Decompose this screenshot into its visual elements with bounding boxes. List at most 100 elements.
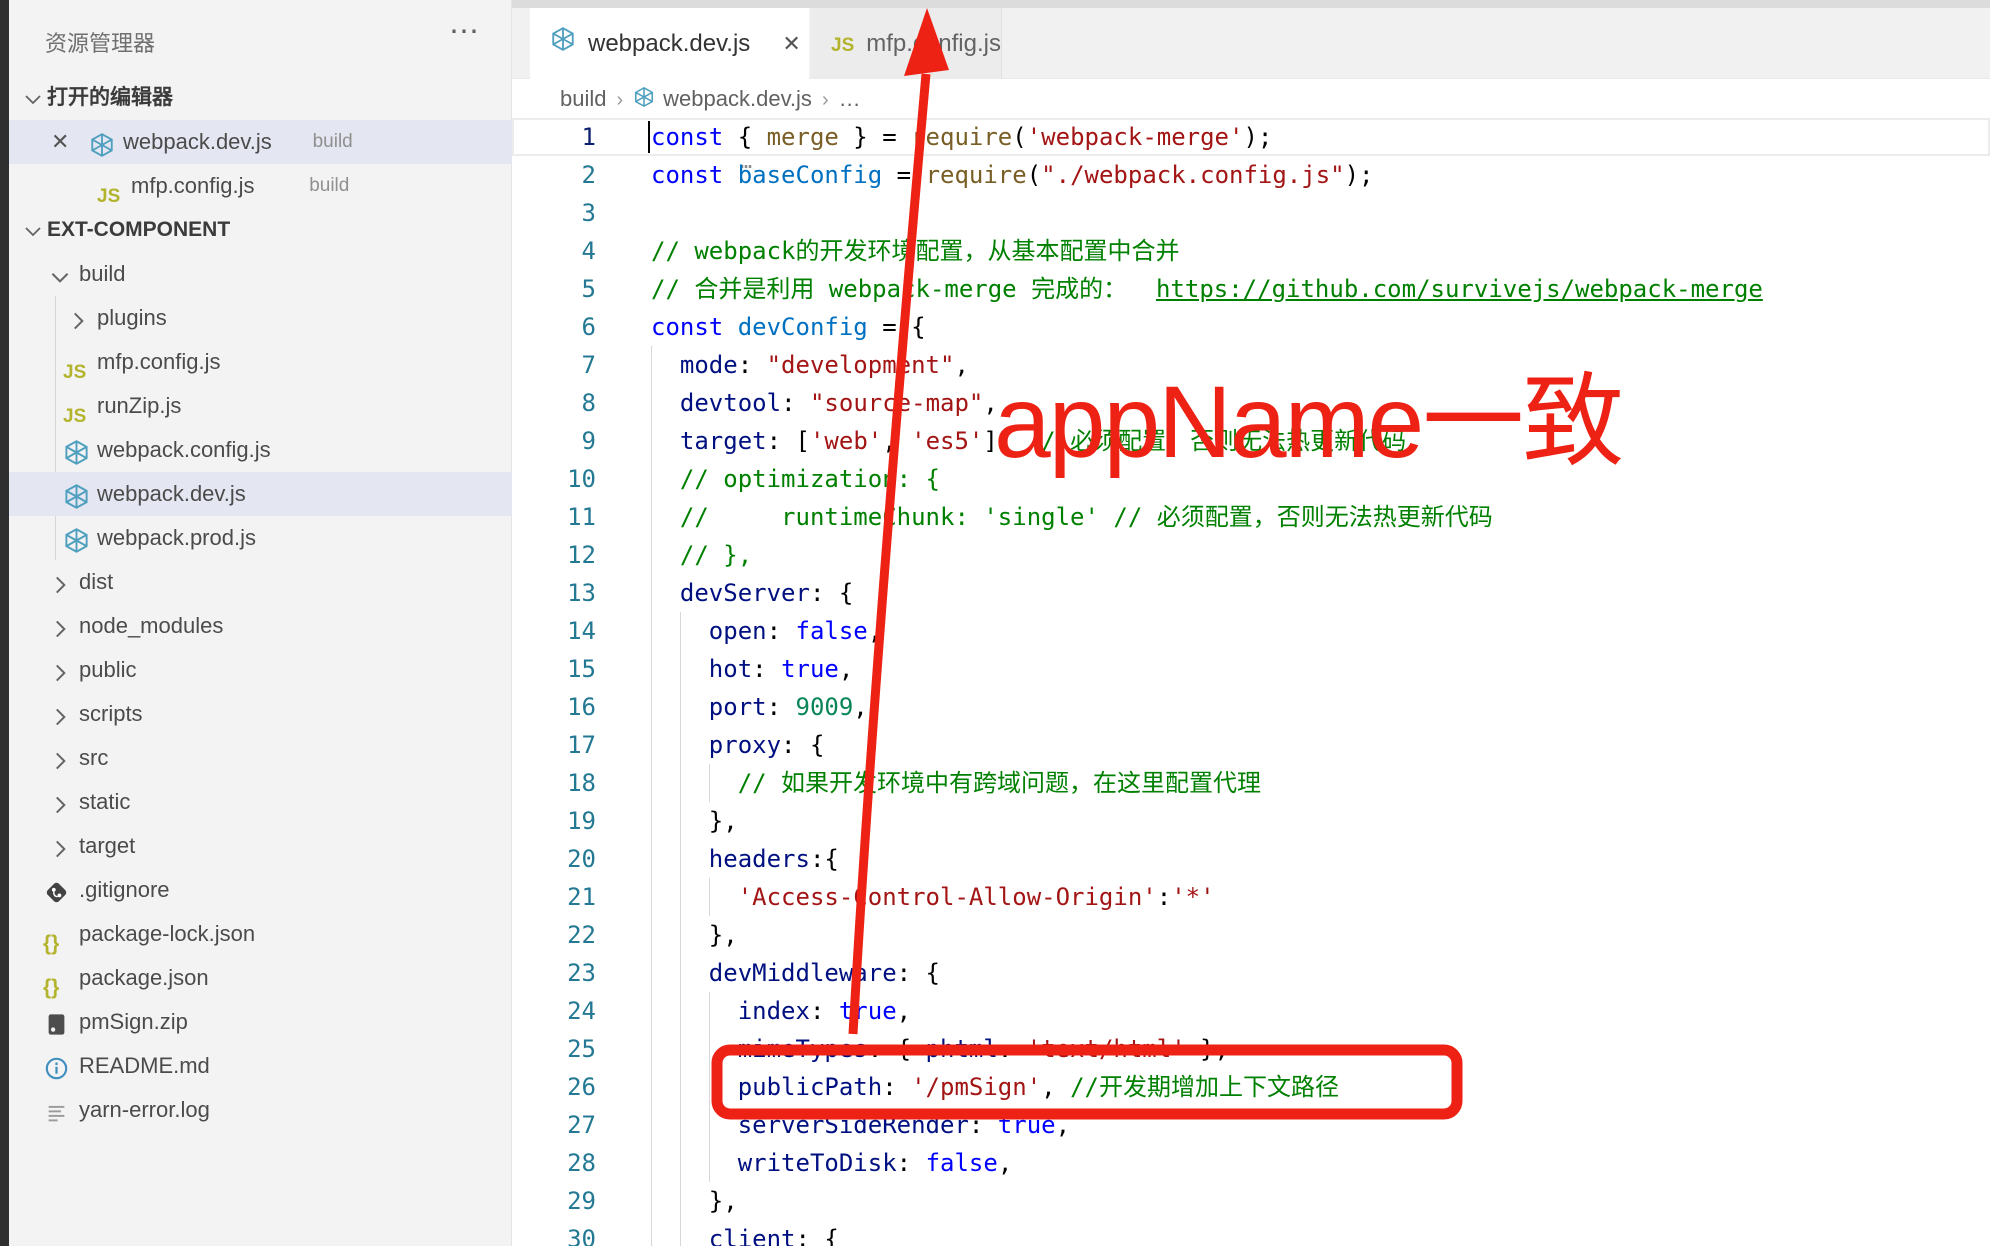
- code-line-6[interactable]: 6const devConfig = {: [512, 308, 1990, 346]
- open-editor-item[interactable]: ✕webpack.dev.jsbuild: [9, 120, 512, 164]
- tree-item-mfp-config-js[interactable]: JSmfp.config.js: [9, 340, 512, 384]
- line-number[interactable]: 23: [524, 954, 596, 992]
- tab-mfp-config-js[interactable]: JSmfp.config.js: [811, 8, 1002, 79]
- code-line-30[interactable]: 30 client: {: [512, 1220, 1990, 1246]
- line-number[interactable]: 2: [524, 156, 596, 194]
- line-number[interactable]: 30: [524, 1220, 596, 1246]
- line-number[interactable]: 12: [524, 536, 596, 574]
- line-number[interactable]: 21: [524, 878, 596, 916]
- open-editor-item[interactable]: JSmfp.config.jsbuild: [9, 164, 512, 208]
- line-number[interactable]: 6: [524, 308, 596, 346]
- line-number[interactable]: 3: [524, 194, 596, 232]
- close-icon[interactable]: ✕: [51, 120, 69, 164]
- code-line-8[interactable]: 8 devtool: "source-map",: [512, 384, 1990, 422]
- code-line-13[interactable]: 13 devServer: {: [512, 574, 1990, 612]
- tree-item-package-json[interactable]: {}package.json: [9, 956, 512, 1000]
- code-line-16[interactable]: 16 port: 9009,: [512, 688, 1990, 726]
- code-line-11[interactable]: 11 // runtimeChunk: 'single' // 必须配置，否则无…: [512, 498, 1990, 536]
- code-line-19[interactable]: 19 },: [512, 802, 1990, 840]
- tree-item-dist[interactable]: dist: [9, 560, 512, 604]
- tree-item-package-lock-json[interactable]: {}package-lock.json: [9, 912, 512, 956]
- open-editor-folder-badge: build: [313, 120, 353, 164]
- line-number[interactable]: 8: [524, 384, 596, 422]
- code-line-21[interactable]: 21 'Access-Control-Allow-Origin':'*': [512, 878, 1990, 916]
- tree-item-label: node_modules: [79, 604, 223, 648]
- line-number[interactable]: 25: [524, 1030, 596, 1068]
- code-line-28[interactable]: 28 writeToDisk: false,: [512, 1144, 1990, 1182]
- code-line-9[interactable]: 9 target: ['web', 'es5'], // 必须配置，否则无法热更…: [512, 422, 1990, 460]
- code-line-20[interactable]: 20 headers:{: [512, 840, 1990, 878]
- tree-item-scripts[interactable]: scripts: [9, 692, 512, 736]
- open-editors-section-header[interactable]: 打开的编辑器: [9, 76, 512, 120]
- line-number[interactable]: 10: [524, 460, 596, 498]
- code-line-15[interactable]: 15 hot: true,: [512, 650, 1990, 688]
- code-line-1[interactable]: 1const { merge } = require('webpack-merg…: [512, 118, 1990, 156]
- line-number[interactable]: 17: [524, 726, 596, 764]
- code-line-3[interactable]: 3: [512, 194, 1990, 232]
- breadcrumb-item[interactable]: webpack.dev.js: [663, 86, 812, 111]
- line-number[interactable]: 27: [524, 1106, 596, 1144]
- line-number[interactable]: 14: [524, 612, 596, 650]
- code-line-text: const baseConfig = require("./webpack.co…: [651, 156, 1374, 194]
- code-line-7[interactable]: 7 mode: "development",: [512, 346, 1990, 384]
- line-number[interactable]: 24: [524, 992, 596, 1030]
- tree-item-runzip-js[interactable]: JSrunZip.js: [9, 384, 512, 428]
- more-actions-icon[interactable]: ⋯: [449, 14, 481, 49]
- vscode-window: 资源管理器 ⋯ 打开的编辑器 ✕webpack.dev.jsbuildJSmfp…: [0, 0, 1990, 1246]
- tree-item-plugins[interactable]: plugins: [9, 296, 512, 340]
- tree-item--gitignore[interactable]: .gitignore: [9, 868, 512, 912]
- line-number[interactable]: 20: [524, 840, 596, 878]
- code-line-12[interactable]: 12 // },: [512, 536, 1990, 574]
- code-line-10[interactable]: 10 // optimization: {: [512, 460, 1990, 498]
- code-line-26[interactable]: 26 publicPath: '/pmSign', //开发期增加上下文路径: [512, 1068, 1990, 1106]
- code-line-14[interactable]: 14 open: false,: [512, 612, 1990, 650]
- tree-item-webpack-dev-js[interactable]: webpack.dev.js: [9, 472, 512, 516]
- tree-item-webpack-prod-js[interactable]: webpack.prod.js: [9, 516, 512, 560]
- tree-item-label: webpack.dev.js: [97, 472, 246, 516]
- tree-item-yarn-error-log[interactable]: yarn-error.log: [9, 1088, 512, 1132]
- tree-item-build[interactable]: build: [9, 252, 512, 296]
- line-number[interactable]: 22: [524, 916, 596, 954]
- code-editor[interactable]: 1const { merge } = require('webpack-merg…: [512, 118, 1990, 1246]
- code-line-27[interactable]: 27 serverSideRender: true,: [512, 1106, 1990, 1144]
- code-line-22[interactable]: 22 },: [512, 916, 1990, 954]
- code-line-text: // 如果开发环境中有跨域问题，在这里配置代理: [651, 764, 1261, 802]
- breadcrumb-item[interactable]: build: [560, 86, 606, 111]
- code-line-18[interactable]: 18 // 如果开发环境中有跨域问题，在这里配置代理: [512, 764, 1990, 802]
- line-number[interactable]: 4: [524, 232, 596, 270]
- code-line-2[interactable]: 2 const baseConfig = require("./webpack.c…: [512, 156, 1990, 194]
- line-number[interactable]: 13: [524, 574, 596, 612]
- tree-item-readme-md[interactable]: README.md: [9, 1044, 512, 1088]
- line-number[interactable]: 9: [524, 422, 596, 460]
- tree-item-pmsign-zip[interactable]: pmSign.zip: [9, 1000, 512, 1044]
- line-number[interactable]: 18: [524, 764, 596, 802]
- tree-item-static[interactable]: static: [9, 780, 512, 824]
- tree-item-target[interactable]: target: [9, 824, 512, 868]
- code-line-25[interactable]: 25 mimeTypes: { phtml: 'text/html' },: [512, 1030, 1990, 1068]
- line-number[interactable]: 19: [524, 802, 596, 840]
- code-line-5[interactable]: 5// 合并是利用 webpack-merge 完成的： https://git…: [512, 270, 1990, 308]
- code-line-4[interactable]: 4// webpack的开发环境配置，从基本配置中合并: [512, 232, 1990, 270]
- line-number[interactable]: 29: [524, 1182, 596, 1220]
- line-number[interactable]: 7: [524, 346, 596, 384]
- close-icon[interactable]: ✕: [774, 31, 808, 56]
- line-number[interactable]: 28: [524, 1144, 596, 1182]
- tree-item-src[interactable]: src: [9, 736, 512, 780]
- line-number[interactable]: 26: [524, 1068, 596, 1106]
- line-number[interactable]: 16: [524, 688, 596, 726]
- workspace-section-header[interactable]: EXT-COMPONENT: [9, 208, 512, 252]
- tree-item-node-modules[interactable]: node_modules: [9, 604, 512, 648]
- tab-webpack-dev-js[interactable]: webpack.dev.js✕: [530, 8, 809, 80]
- code-line-23[interactable]: 23 devMiddleware: {: [512, 954, 1990, 992]
- line-number[interactable]: 1: [524, 118, 596, 156]
- line-number[interactable]: 5: [524, 270, 596, 308]
- code-line-24[interactable]: 24 index: true,: [512, 992, 1990, 1030]
- tree-item-label: package-lock.json: [79, 912, 255, 956]
- tree-item-webpack-config-js[interactable]: webpack.config.js: [9, 428, 512, 472]
- line-number[interactable]: 11: [524, 498, 596, 536]
- tree-item-public[interactable]: public: [9, 648, 512, 692]
- code-line-17[interactable]: 17 proxy: {: [512, 726, 1990, 764]
- breadcrumb-item[interactable]: …: [839, 86, 861, 111]
- line-number[interactable]: 15: [524, 650, 596, 688]
- code-line-29[interactable]: 29 },: [512, 1182, 1990, 1220]
